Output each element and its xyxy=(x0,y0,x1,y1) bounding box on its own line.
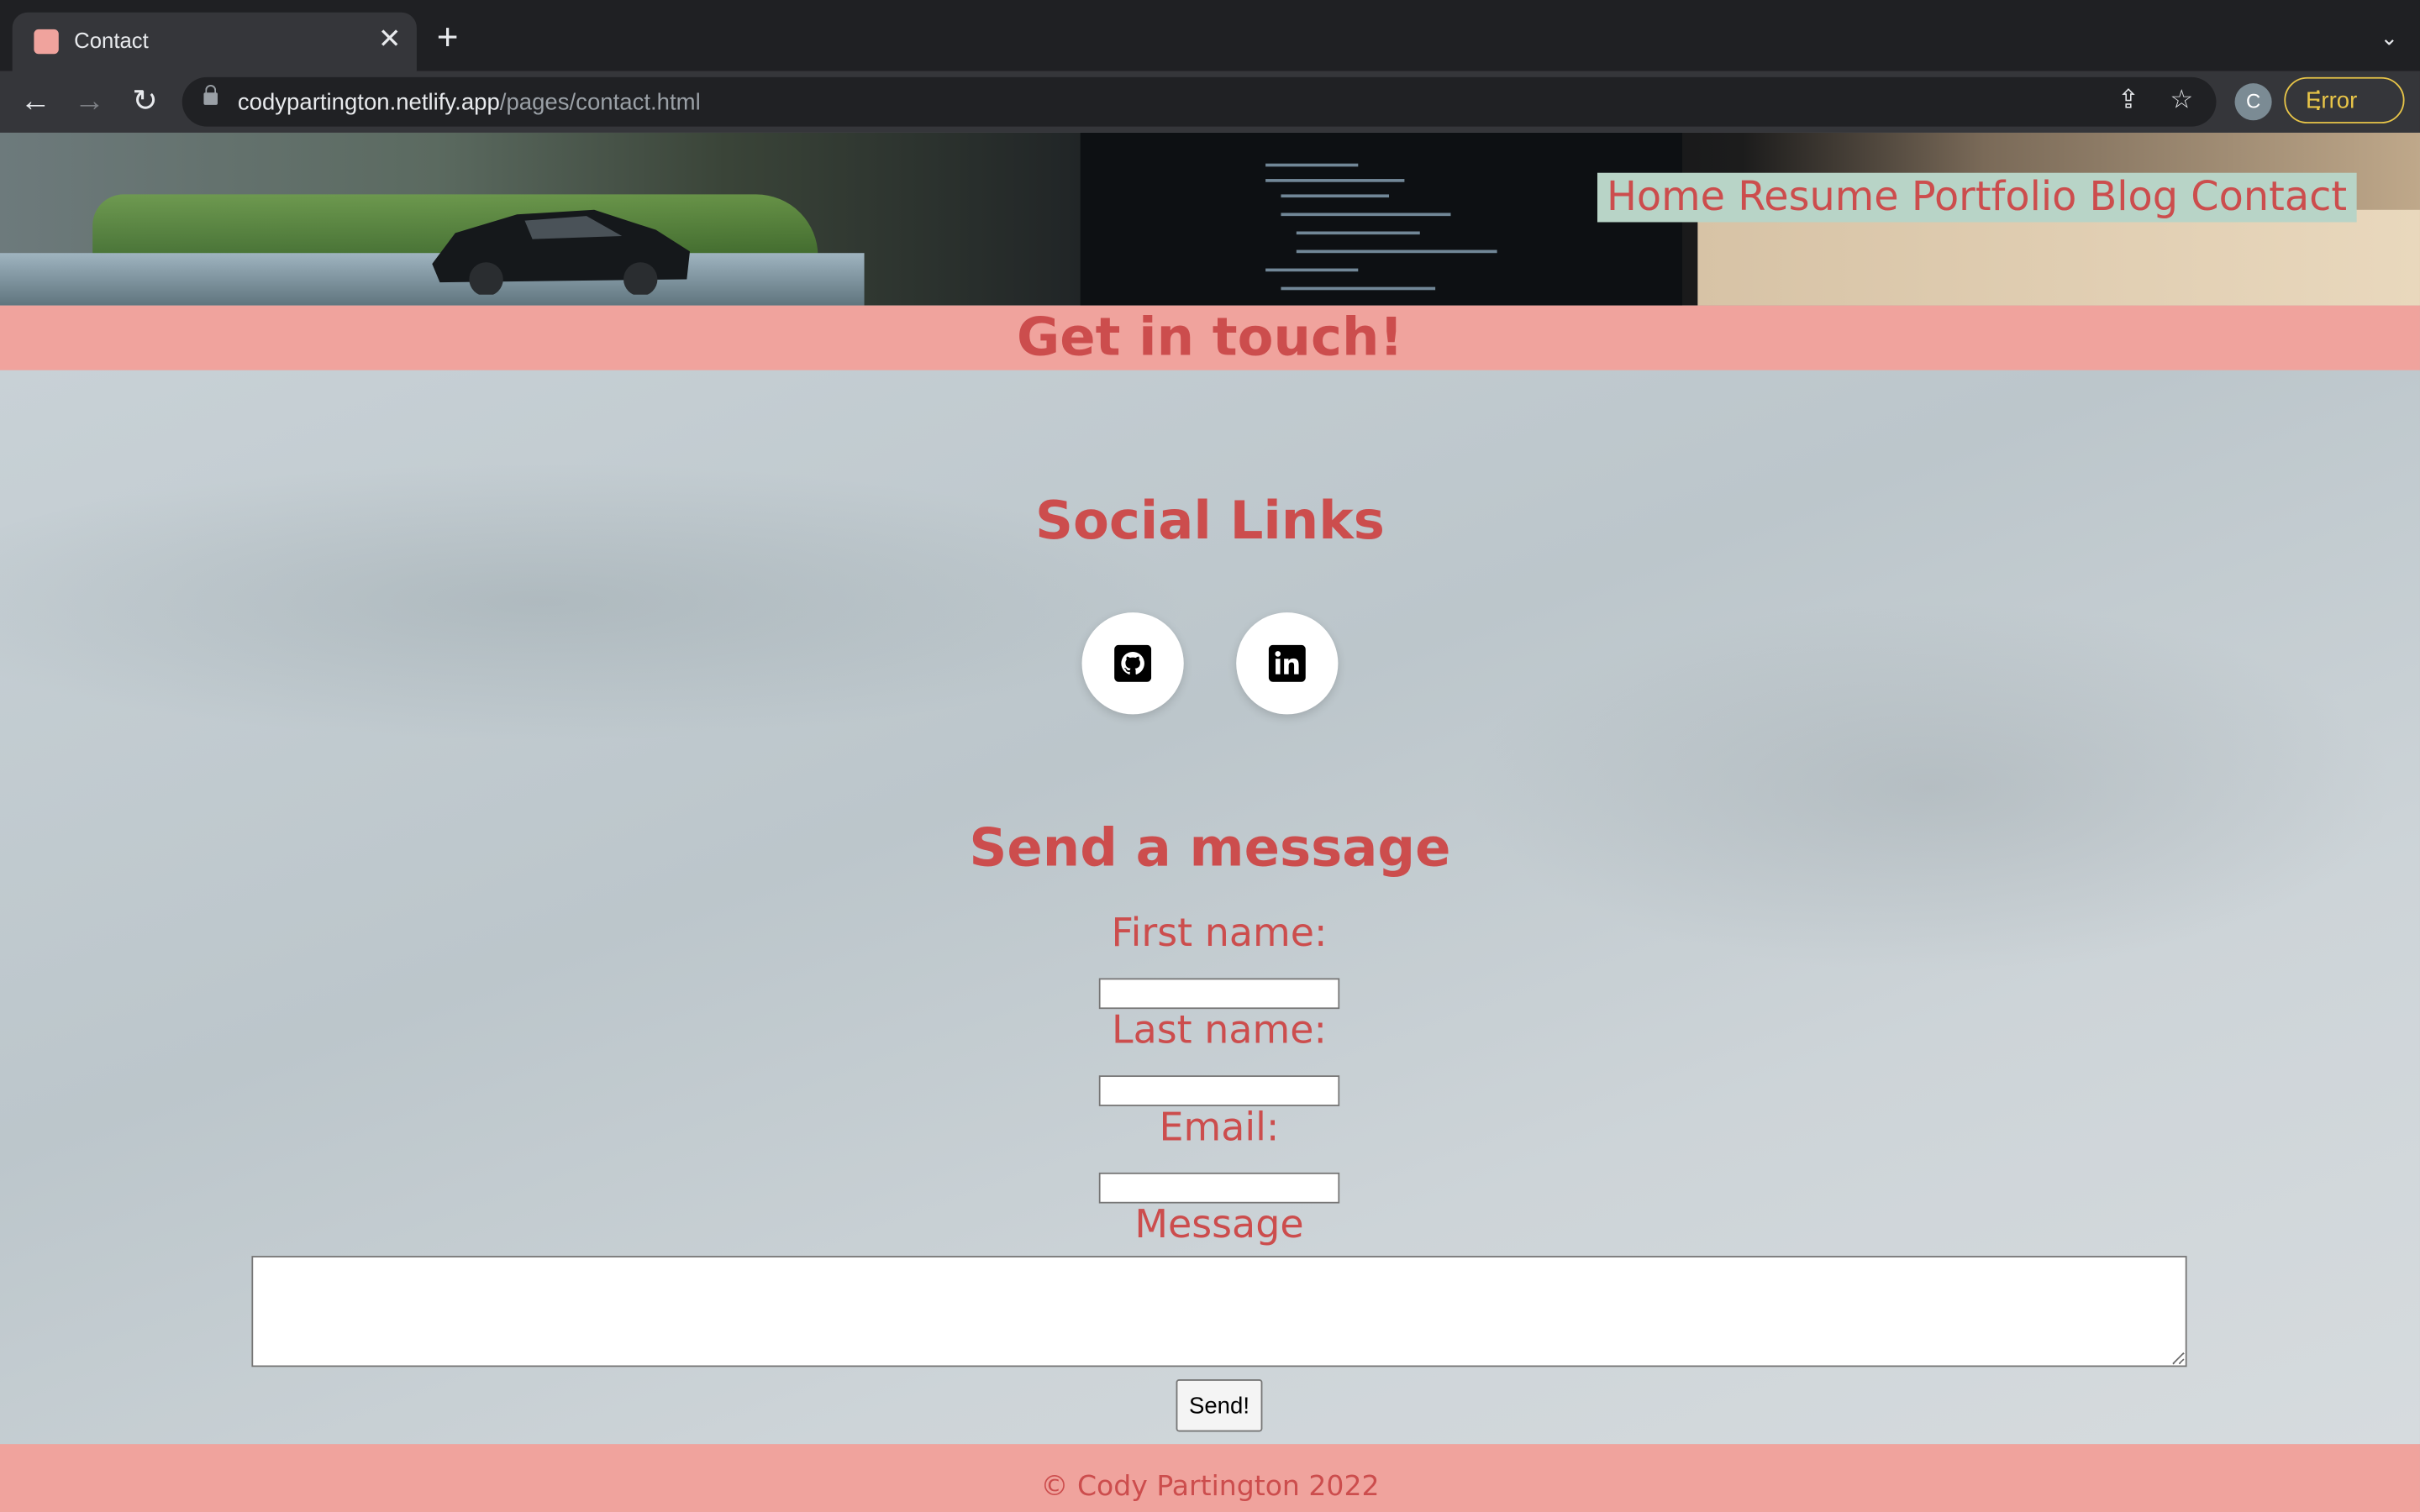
url-host: codypartington.netlify.app xyxy=(237,89,500,116)
footer: © Cody Partington 2022 xyxy=(0,1444,2420,1512)
email-input[interactable] xyxy=(1098,1172,1340,1204)
share-icon[interactable]: ⇪ xyxy=(2118,85,2139,116)
close-tab-icon[interactable]: ✕ xyxy=(378,24,402,55)
send-button[interactable]: Send! xyxy=(1176,1379,1263,1432)
car-image xyxy=(432,209,691,295)
nav-resume[interactable]: Resume xyxy=(1738,175,1898,221)
social-links-title: Social Links xyxy=(1034,491,1385,553)
reload-icon[interactable]: ↻ xyxy=(124,81,166,123)
page-banner: Get in touch! xyxy=(0,305,2420,370)
url-path: /pages/contact.html xyxy=(499,89,701,116)
browser-toolbar: ← → ↻ codypartington.netlify.app/pages/c… xyxy=(0,71,2420,133)
message-label: Message xyxy=(1134,1201,1304,1247)
page-title: Get in touch! xyxy=(1016,307,1403,369)
laptop-image xyxy=(1080,132,1683,306)
more-icon[interactable]: ⋮ xyxy=(2306,85,2391,116)
main-nav: Home Resume Portfolio Blog Contact xyxy=(1597,172,2357,223)
tab-strip: Contact ✕ + ⌄ xyxy=(0,0,2420,71)
nav-home[interactable]: Home xyxy=(1607,175,1725,221)
first-name-label: First name: xyxy=(1111,910,1328,955)
tab-contact[interactable]: Contact ✕ xyxy=(12,12,417,71)
nav-contact[interactable]: Contact xyxy=(2191,175,2347,221)
linkedin-icon xyxy=(1268,644,1306,682)
back-icon[interactable]: ← xyxy=(14,81,57,123)
nav-blog[interactable]: Blog xyxy=(2090,175,2179,221)
notebook-image xyxy=(1697,209,2420,306)
tab-title: Contact xyxy=(74,28,149,53)
email-label: Email: xyxy=(1159,1105,1280,1150)
profile-avatar[interactable]: C xyxy=(2234,83,2272,121)
star-icon[interactable]: ☆ xyxy=(2170,85,2193,116)
nav-portfolio[interactable]: Portfolio xyxy=(1912,175,2076,221)
tab-search-icon[interactable]: ⌄ xyxy=(2381,24,2399,50)
header-image: Home Resume Portfolio Blog Contact xyxy=(0,132,2420,306)
first-name-input[interactable] xyxy=(1098,978,1340,1010)
favicon-icon xyxy=(34,29,59,55)
last-name-input[interactable] xyxy=(1098,1075,1340,1106)
send-message-title: Send a message xyxy=(969,817,1451,879)
linkedin-button[interactable] xyxy=(1236,612,1339,715)
message-textarea[interactable] xyxy=(251,1256,2187,1368)
copyright-text: © Cody Partington 2022 xyxy=(1040,1470,1380,1503)
lock-icon[interactable] xyxy=(203,85,218,105)
address-bar[interactable]: codypartington.netlify.app/pages/contact… xyxy=(182,76,2217,127)
last-name-label: Last name: xyxy=(1112,1007,1327,1053)
new-tab-button[interactable]: + xyxy=(437,19,459,57)
github-icon xyxy=(1114,644,1152,682)
error-button[interactable]: Error ⋮ xyxy=(2284,76,2405,123)
github-button[interactable] xyxy=(1081,612,1184,715)
browser-window: Contact ✕ + ⌄ ← → ↻ codypartington.netli… xyxy=(0,0,2420,1512)
url-text[interactable]: codypartington.netlify.app/pages/contact… xyxy=(238,90,701,116)
page: Home Resume Portfolio Blog Contact Get i… xyxy=(0,132,2420,1512)
forward-icon[interactable]: → xyxy=(68,81,111,123)
